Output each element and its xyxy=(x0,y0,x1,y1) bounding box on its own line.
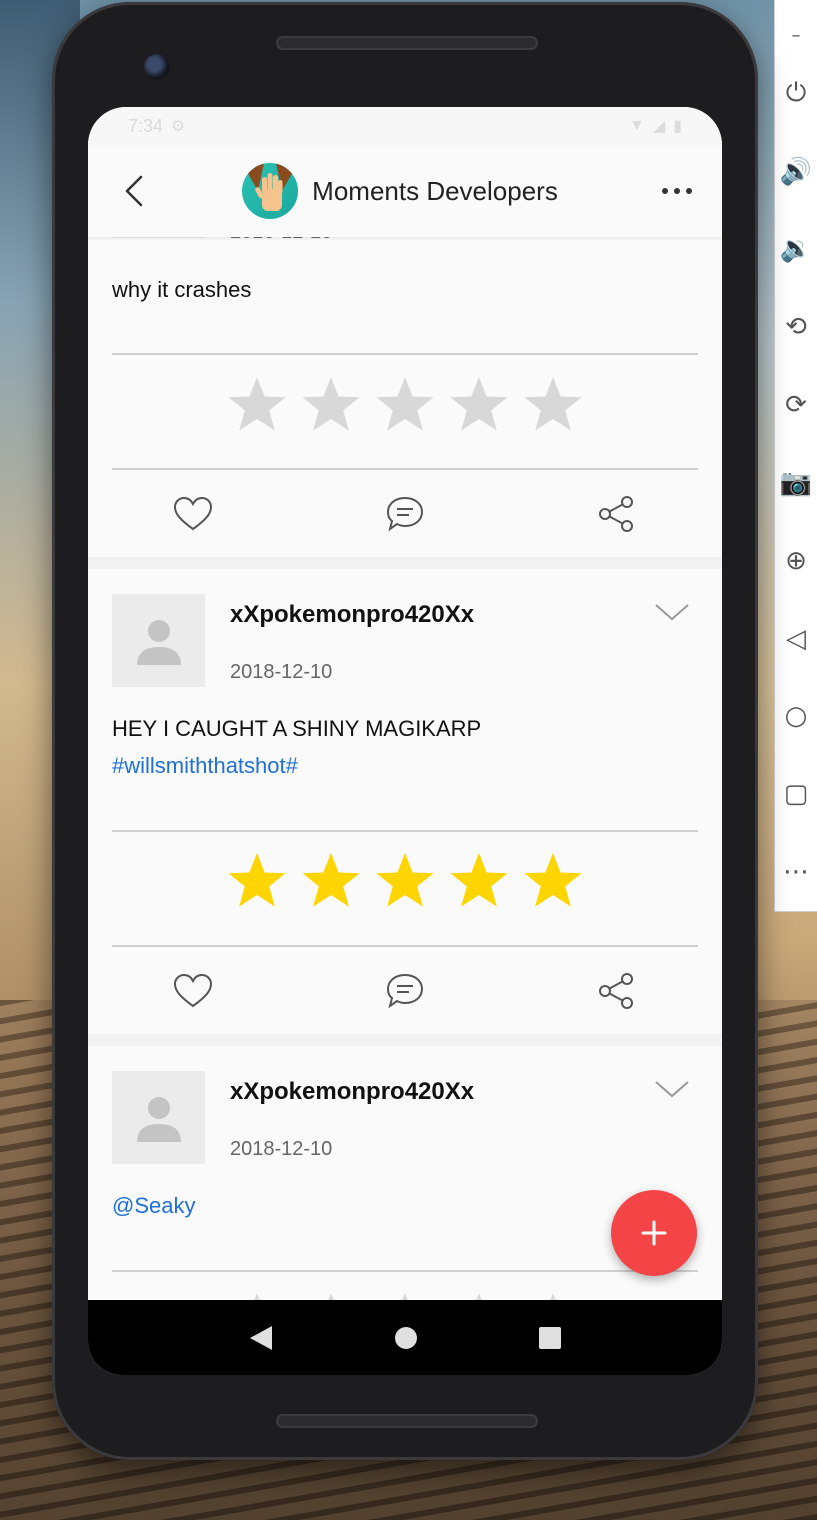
back-triangle-icon[interactable] xyxy=(248,1324,274,1352)
post-text-line: HEY I CAUGHT A SHINY MAGIKARP xyxy=(112,716,482,741)
star-icon[interactable] xyxy=(375,851,435,911)
back-nav-icon[interactable]: ◁ xyxy=(775,600,817,678)
post-username[interactable]: xXpokemonpro420Xx xyxy=(230,1078,474,1106)
more-horizontal-icon xyxy=(662,188,668,194)
post-text: HEY I CAUGHT A SHINY MAGIKARP #willsmith… xyxy=(112,710,481,784)
avatar[interactable] xyxy=(112,594,205,687)
more-icon[interactable]: ⋯ xyxy=(775,833,817,911)
post-date: 2018-12-10 xyxy=(230,1138,333,1160)
star-icon[interactable] xyxy=(227,851,287,911)
comment-icon xyxy=(386,973,424,1009)
rotate-left-icon[interactable]: ⟲ xyxy=(775,288,817,366)
chevron-down-icon[interactable] xyxy=(652,601,692,625)
post-date: 2018-12-10 xyxy=(230,661,333,683)
rating-stars[interactable] xyxy=(88,851,722,911)
star-icon[interactable] xyxy=(523,1291,583,1300)
phone-screen: 7:34 ⚙ ▼ ◢ ▮ Moments Developers why it c… xyxy=(88,107,722,1375)
divider xyxy=(112,1270,698,1272)
emulator-toolbar: – ⏻ 🔊 🔉 ⟲ ⟳ 📷 ⊕ ◁ ○ ▢ ⋯ xyxy=(774,0,817,912)
avatar xyxy=(112,237,205,238)
system-nav-bar xyxy=(88,1300,722,1375)
post-card: 2018-12-10 why it crashes xyxy=(88,237,722,557)
post-actions xyxy=(88,470,722,558)
post-text: why it crashes xyxy=(112,277,252,302)
moments-feed[interactable]: 2018-12-10 why it crashes xyxy=(88,237,722,1300)
avatar[interactable] xyxy=(112,1071,205,1164)
comment-icon xyxy=(386,496,424,532)
chevron-down-icon[interactable] xyxy=(652,1078,692,1102)
app-bar: Moments Developers xyxy=(88,145,722,237)
star-icon[interactable] xyxy=(301,851,361,911)
star-icon[interactable] xyxy=(449,851,509,911)
star-icon[interactable] xyxy=(301,1291,361,1300)
home-nav-icon[interactable]: ○ xyxy=(775,678,817,756)
signal-icon: ◢ xyxy=(652,118,666,135)
group-title: Moments Developers xyxy=(168,163,632,219)
zoom-icon[interactable]: ⊕ xyxy=(775,522,817,600)
star-icon[interactable] xyxy=(449,375,509,435)
group-avatar xyxy=(242,163,299,219)
like-button[interactable] xyxy=(171,969,215,1013)
star-icon[interactable] xyxy=(523,375,583,435)
rating-stars[interactable] xyxy=(88,375,722,435)
hashtag-link[interactable]: #willsmiththatshot# xyxy=(112,747,481,784)
rotate-right-icon[interactable]: ⟳ xyxy=(775,366,817,444)
post-date: 2018-12-10 xyxy=(230,237,332,244)
page-title: Moments Developers xyxy=(312,175,558,206)
camera-icon[interactable]: 📷 xyxy=(775,444,817,522)
top-speaker xyxy=(276,36,538,50)
heart-icon xyxy=(173,496,213,531)
status-bar: 7:34 ⚙ ▼ ◢ ▮ xyxy=(88,107,722,145)
overview-nav-icon[interactable]: ▢ xyxy=(775,755,817,833)
recents-square-icon[interactable] xyxy=(538,1326,562,1350)
post-username[interactable]: xXpokemonpro420Xx xyxy=(230,601,474,629)
heart-icon xyxy=(173,973,213,1008)
share-button[interactable] xyxy=(594,492,638,536)
mention-link[interactable]: @Seaky xyxy=(112,1187,195,1224)
raised-hand-icon xyxy=(242,163,299,211)
home-circle-icon[interactable] xyxy=(394,1326,418,1350)
star-icon[interactable] xyxy=(523,851,583,911)
rating-stars[interactable] xyxy=(88,1291,722,1300)
more-button[interactable] xyxy=(632,145,722,237)
minimize-icon[interactable]: – xyxy=(775,16,817,55)
star-icon[interactable] xyxy=(227,1291,287,1300)
star-icon[interactable] xyxy=(375,375,435,435)
like-button[interactable] xyxy=(171,492,215,536)
divider xyxy=(112,353,698,355)
settings-status-icon: ⚙ xyxy=(171,118,186,135)
back-button[interactable] xyxy=(88,145,178,237)
power-icon[interactable]: ⏻ xyxy=(775,55,817,133)
default-user-icon xyxy=(136,1096,181,1142)
share-icon xyxy=(599,973,633,1009)
post-card: xXpokemonpro420Xx 2018-12-10 HEY I CAUGH… xyxy=(88,569,722,1034)
add-moment-button[interactable] xyxy=(611,1190,697,1276)
post-actions xyxy=(88,947,722,1035)
wifi-icon: ▼ xyxy=(629,117,645,134)
star-icon[interactable] xyxy=(227,375,287,435)
front-camera xyxy=(144,54,170,80)
plus-icon xyxy=(641,1220,667,1246)
share-button[interactable] xyxy=(594,969,638,1013)
share-icon xyxy=(599,496,633,532)
bottom-speaker xyxy=(276,1414,538,1428)
volume-down-icon[interactable]: 🔉 xyxy=(775,211,817,289)
default-user-icon xyxy=(136,619,181,665)
status-time: 7:34 xyxy=(128,115,164,136)
comment-button[interactable] xyxy=(383,492,427,536)
divider xyxy=(112,830,698,832)
comment-button[interactable] xyxy=(383,969,427,1013)
star-icon[interactable] xyxy=(449,1291,509,1300)
volume-up-icon[interactable]: 🔊 xyxy=(775,133,817,211)
star-icon[interactable] xyxy=(301,375,361,435)
chevron-left-icon xyxy=(125,175,143,207)
star-icon[interactable] xyxy=(375,1291,435,1300)
battery-icon: ▮ xyxy=(673,118,682,135)
